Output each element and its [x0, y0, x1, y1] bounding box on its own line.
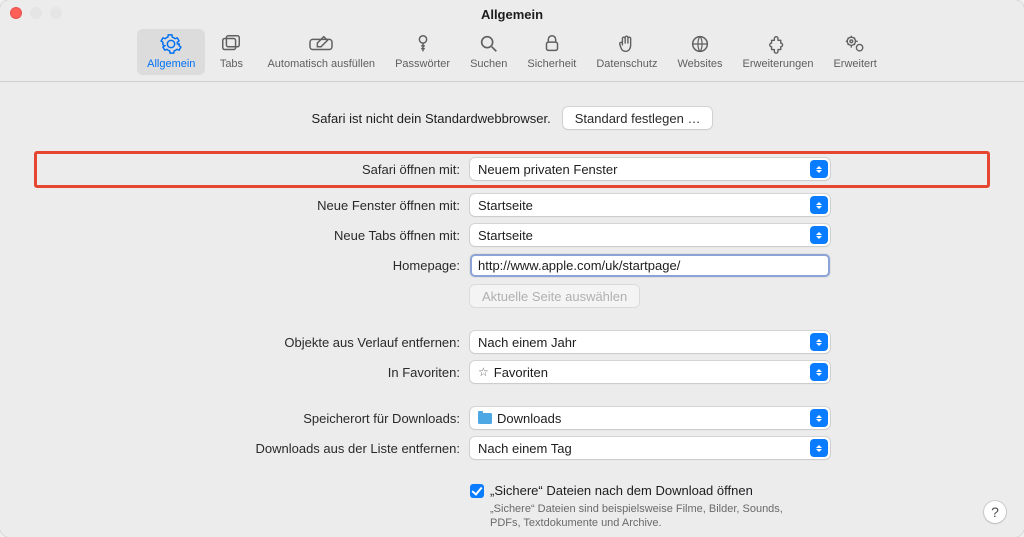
- tab-general[interactable]: Allgemein: [137, 29, 205, 75]
- open-safe-files-label: „Sichere“ Dateien nach dem Download öffn…: [490, 483, 815, 498]
- set-current-page-button[interactable]: Aktuelle Seite auswählen: [470, 285, 639, 307]
- chevron-updown-icon: [810, 196, 828, 214]
- gear-icon: [160, 33, 182, 55]
- window-title: Allgemein: [481, 7, 543, 22]
- tab-websites[interactable]: Websites: [667, 29, 732, 75]
- downloads-remove-select[interactable]: Nach einem Tag: [470, 437, 830, 459]
- puzzle-icon: [767, 33, 789, 55]
- chevron-updown-icon: [810, 363, 828, 381]
- homepage-label: Homepage:: [40, 258, 470, 273]
- tab-label: Allgemein: [147, 58, 195, 70]
- folder-icon: [478, 413, 492, 424]
- tab-tabs[interactable]: Tabs: [205, 29, 257, 75]
- key-icon: [412, 33, 434, 55]
- tab-label: Automatisch ausfüllen: [267, 58, 375, 70]
- new-windows-select[interactable]: Startseite: [470, 194, 830, 216]
- remove-history-value: Nach einem Jahr: [478, 335, 576, 350]
- remove-history-label: Objekte aus Verlauf entfernen:: [40, 335, 470, 350]
- globe-icon: [689, 33, 711, 55]
- tab-advanced[interactable]: Erweitert: [823, 29, 886, 75]
- new-windows-value: Startseite: [478, 198, 533, 213]
- chevron-updown-icon: [810, 160, 828, 178]
- chevron-updown-icon: [810, 333, 828, 351]
- default-browser-text: Safari ist nicht dein Standardwebbrowser…: [312, 111, 551, 126]
- downloads-remove-label: Downloads aus der Liste entfernen:: [40, 441, 470, 456]
- tabs-icon: [220, 33, 242, 55]
- open-with-select[interactable]: Neuem privaten Fenster: [470, 158, 830, 180]
- set-default-browser-button[interactable]: Standard festlegen …: [563, 107, 713, 129]
- new-tabs-value: Startseite: [478, 228, 533, 243]
- downloads-remove-value: Nach einem Tag: [478, 441, 572, 456]
- open-with-highlight: Safari öffnen mit: Neuem privaten Fenste…: [34, 151, 990, 188]
- downloads-location-value: Downloads: [497, 411, 561, 426]
- preferences-toolbar: Allgemein Tabs Automatisch ausfüllen Pas…: [0, 24, 1024, 82]
- magnify-icon: [478, 33, 500, 55]
- new-tabs-select[interactable]: Startseite: [470, 224, 830, 246]
- in-favorites-select[interactable]: ☆ Favoriten: [470, 361, 830, 383]
- remove-history-select[interactable]: Nach einem Jahr: [470, 331, 830, 353]
- tab-security[interactable]: Sicherheit: [517, 29, 586, 75]
- tab-label: Websites: [677, 58, 722, 70]
- content-pane: Safari ist nicht dein Standardwebbrowser…: [0, 82, 1024, 537]
- star-icon: ☆: [478, 365, 489, 379]
- tab-label: Sicherheit: [527, 58, 576, 70]
- zoom-window-button[interactable]: [50, 7, 62, 19]
- minimize-window-button[interactable]: [30, 7, 42, 19]
- open-safe-files-subtext: „Sichere“ Dateien sind beispielsweise Fi…: [490, 502, 815, 531]
- open-safe-files-checkbox[interactable]: [470, 484, 484, 498]
- lock-icon: [541, 33, 563, 55]
- chevron-updown-icon: [810, 439, 828, 457]
- tab-passwords[interactable]: Passwörter: [385, 29, 460, 75]
- homepage-input[interactable]: [470, 254, 830, 277]
- tab-label: Passwörter: [395, 58, 450, 70]
- help-button[interactable]: ?: [984, 501, 1006, 523]
- tab-label: Datenschutz: [596, 58, 657, 70]
- tab-autofill[interactable]: Automatisch ausfüllen: [257, 29, 385, 75]
- tab-label: Suchen: [470, 58, 507, 70]
- close-window-button[interactable]: [10, 7, 22, 19]
- tab-label: Tabs: [220, 58, 243, 70]
- in-favorites-label: In Favoriten:: [40, 365, 470, 380]
- new-tabs-label: Neue Tabs öffnen mit:: [40, 228, 470, 243]
- gears-icon: [843, 33, 867, 55]
- downloads-location-select[interactable]: Downloads: [470, 407, 830, 429]
- hand-icon: [616, 33, 638, 55]
- in-favorites-value: Favoriten: [494, 365, 548, 380]
- preferences-window: Allgemein Allgemein Tabs Automatisch aus…: [0, 0, 1024, 537]
- titlebar: Allgemein: [0, 0, 1024, 24]
- open-with-label: Safari öffnen mit:: [40, 162, 470, 177]
- downloads-location-label: Speicherort für Downloads:: [40, 411, 470, 426]
- tab-search[interactable]: Suchen: [460, 29, 517, 75]
- tab-label: Erweiterungen: [743, 58, 814, 70]
- default-browser-row: Safari ist nicht dein Standardwebbrowser…: [40, 107, 984, 129]
- tab-privacy[interactable]: Datenschutz: [586, 29, 667, 75]
- open-with-value: Neuem privaten Fenster: [478, 162, 617, 177]
- tab-extensions[interactable]: Erweiterungen: [733, 29, 824, 75]
- window-controls: [10, 7, 62, 19]
- chevron-updown-icon: [810, 409, 828, 427]
- tab-label: Erweitert: [833, 58, 876, 70]
- chevron-updown-icon: [810, 226, 828, 244]
- new-windows-label: Neue Fenster öffnen mit:: [40, 198, 470, 213]
- pencil-box-icon: [308, 33, 334, 55]
